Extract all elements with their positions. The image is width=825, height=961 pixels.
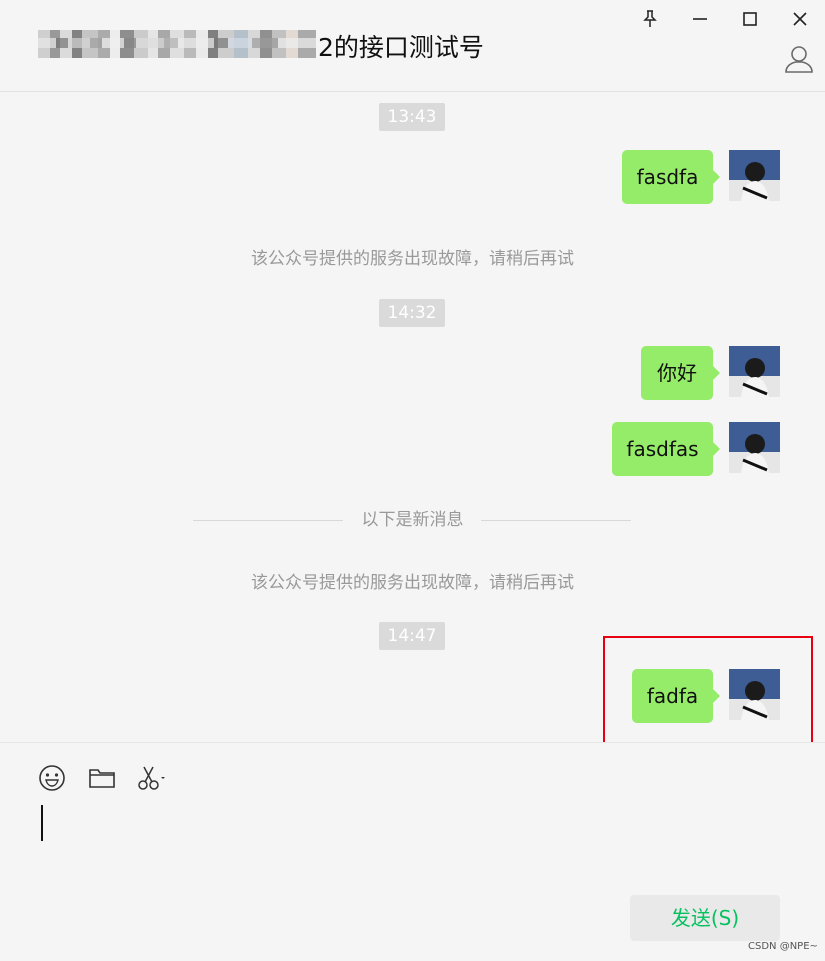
close-icon (793, 12, 807, 26)
outgoing-message[interactable]: 你好 (641, 346, 720, 400)
time-badge: 13:43 (379, 103, 445, 131)
new-messages-label: 以下是新消息 (361, 510, 464, 530)
new-messages-divider: 以下是新消息 (0, 508, 825, 532)
outgoing-message[interactable]: fasdfas (612, 422, 720, 476)
pixelated-contact-name (38, 30, 316, 58)
screenshot-button[interactable] (136, 763, 166, 793)
pin-button[interactable] (635, 4, 665, 34)
avatar-image (729, 150, 780, 201)
outgoing-message[interactable]: fadfa (632, 669, 720, 723)
pin-icon (643, 10, 657, 27)
composer: 发送(S) CSDN @NPE~ (0, 742, 825, 961)
watermark: CSDN @NPE~ (748, 941, 818, 952)
system-notice: 该公众号提供的服务出现故障，请稍后再试 (251, 573, 574, 593)
user-avatar[interactable] (729, 346, 780, 397)
message-list[interactable]: 13:43 fasdfa 该公众号提供的服务出现故障，请稍后再试 14:32 你… (0, 92, 825, 744)
send-button[interactable]: 发送(S) (630, 895, 780, 941)
close-button[interactable] (785, 4, 815, 34)
user-avatar[interactable] (729, 669, 780, 720)
emoji-button[interactable] (37, 763, 67, 793)
maximize-icon (743, 12, 757, 26)
scissors-icon (138, 766, 165, 790)
folder-icon (89, 769, 115, 788)
outgoing-message[interactable]: fasdfa (622, 150, 720, 204)
chat-info-button[interactable] (783, 43, 815, 75)
file-button[interactable] (87, 763, 117, 793)
chat-header: 2的接口测试号 (0, 0, 825, 92)
system-notice: 该公众号提供的服务出现故障，请稍后再试 (251, 249, 574, 269)
divider-line-right (481, 520, 631, 521)
chat-title: 2的接口测试号 (318, 33, 484, 62)
user-avatar[interactable] (729, 422, 780, 473)
avatar-image (729, 346, 780, 397)
text-cursor[interactable] (41, 805, 43, 841)
maximize-button[interactable] (735, 4, 765, 34)
time-badge: 14:32 (379, 299, 445, 327)
avatar-image (729, 422, 780, 473)
emoji-icon (39, 765, 65, 791)
person-icon (785, 46, 813, 73)
avatar-image (729, 669, 780, 720)
user-avatar[interactable] (729, 150, 780, 201)
time-badge: 14:47 (379, 622, 445, 650)
minimize-button[interactable] (685, 4, 715, 34)
minimize-icon (693, 18, 707, 20)
